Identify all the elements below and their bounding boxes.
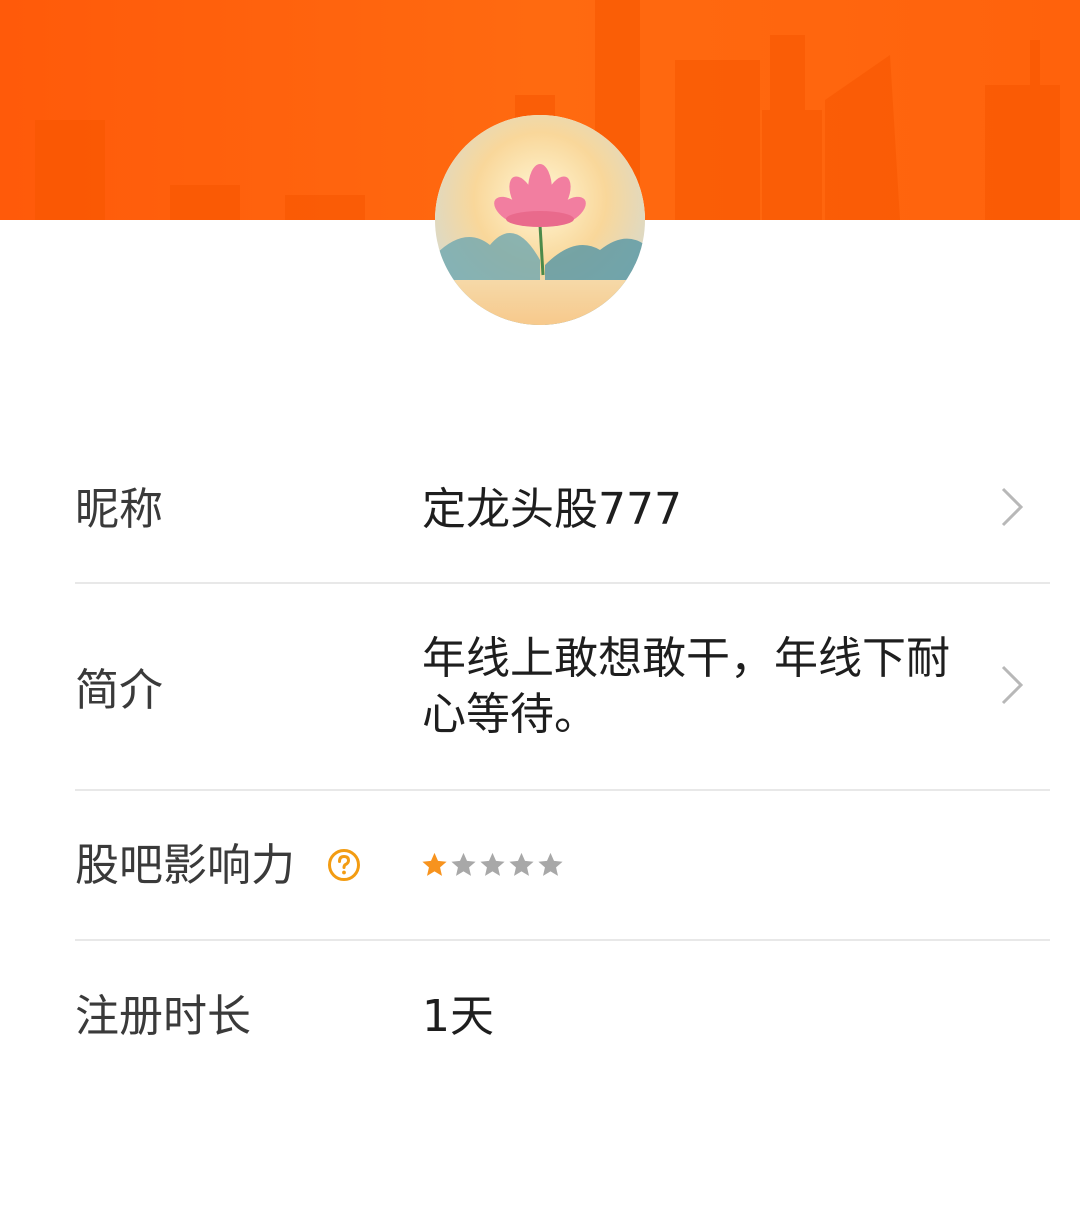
influence-label: 股吧影响力 bbox=[75, 840, 295, 891]
bio-value: 年线上敢想敢干，年线下耐心等待。 bbox=[422, 633, 950, 740]
bio-label: 简介 bbox=[75, 665, 163, 716]
divider bbox=[75, 939, 1050, 941]
nickname-row[interactable]: 昵称 定龙头股777 bbox=[75, 488, 1050, 538]
nickname-value: 定龙头股777 bbox=[422, 484, 682, 535]
star-icon bbox=[538, 852, 563, 876]
lotus-avatar-image bbox=[435, 115, 645, 325]
influence-rating bbox=[420, 848, 565, 882]
star-icon bbox=[480, 852, 505, 876]
star-icon bbox=[509, 852, 534, 876]
influence-row: 股吧影响力 bbox=[75, 844, 1050, 894]
question-circle-icon[interactable] bbox=[327, 848, 361, 882]
divider bbox=[75, 582, 1050, 584]
divider bbox=[75, 789, 1050, 791]
bio-row[interactable]: 简介 年线上敢想敢干，年线下耐心等待。 bbox=[75, 633, 1050, 747]
nickname-label: 昵称 bbox=[75, 484, 163, 535]
chevron-right-icon bbox=[1001, 487, 1024, 527]
star-icon bbox=[422, 852, 447, 876]
chevron-right-icon bbox=[1001, 665, 1024, 705]
star-icon bbox=[451, 852, 476, 876]
avatar[interactable] bbox=[435, 115, 645, 325]
registration-value: 1天 bbox=[422, 991, 494, 1042]
registration-label: 注册时长 bbox=[75, 991, 251, 1042]
registration-row: 注册时长 1天 bbox=[75, 995, 1050, 1045]
